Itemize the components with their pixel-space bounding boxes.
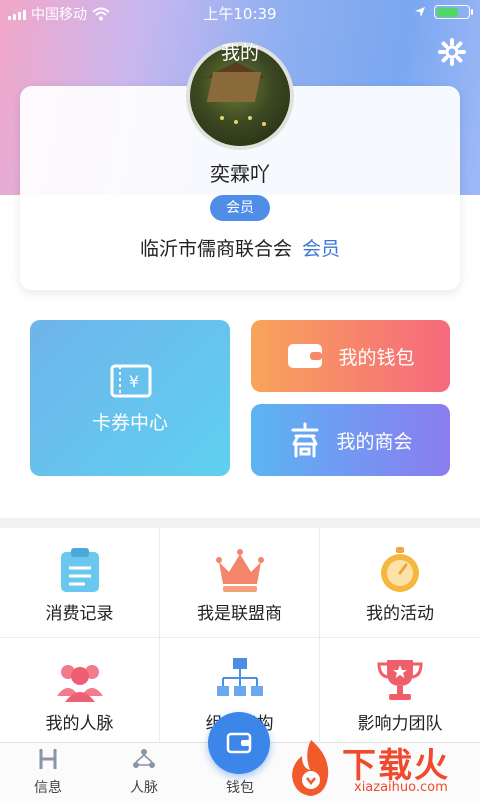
my-wallet-label: 我的钱包 xyxy=(338,346,415,369)
grid-item-label: 消费记录 xyxy=(45,604,114,624)
location-arrow-icon xyxy=(415,7,425,17)
org-chart-icon xyxy=(217,658,263,696)
coupon-ticket-icon: ¥ xyxy=(110,364,152,398)
grid-item-consumption-records[interactable]: 消费记录 xyxy=(0,528,160,638)
watermark: 下载火 xiazaihuo.com xyxy=(282,736,480,800)
grid-item-label: 影响力团队 xyxy=(357,714,443,734)
tab-label: 钱包 xyxy=(226,780,254,796)
tab-label: 人脉 xyxy=(130,780,158,796)
member-badge: 会员 xyxy=(210,195,270,221)
grid-item-label: 我是联盟商 xyxy=(197,604,282,624)
my-chamber-label: 我的商会 xyxy=(336,430,413,453)
status-time: 上午10:39 xyxy=(203,5,277,23)
connections-icon xyxy=(133,749,155,768)
wallet-fab-button[interactable] xyxy=(208,712,270,774)
coupon-center-tile[interactable]: ¥ 卡券中心 xyxy=(30,320,230,476)
svg-text:¥: ¥ xyxy=(129,372,139,391)
my-wallet-tile[interactable]: 我的钱包 xyxy=(251,320,450,392)
organization-name: 临沂市儒商联合会 xyxy=(139,238,292,260)
chamber-logo-icon xyxy=(291,422,319,458)
flame-logo-icon xyxy=(292,740,329,796)
organization-line: 临沂市儒商联合会 会员 xyxy=(0,234,480,261)
tab-info[interactable]: 信息 xyxy=(0,743,96,801)
battery-icon xyxy=(434,5,473,19)
organization-role: 会员 xyxy=(302,238,341,260)
grid-item-alliance-merchant[interactable]: 我是联盟商 xyxy=(160,528,320,638)
status-right xyxy=(414,5,473,19)
grid-item-label: 我的人脉 xyxy=(45,714,114,734)
section-divider xyxy=(0,518,480,528)
tab-label: 信息 xyxy=(34,780,62,796)
tab-connections[interactable]: 人脉 xyxy=(96,743,192,801)
crown-icon xyxy=(216,549,264,592)
wallet-icon xyxy=(226,732,252,754)
grid-item-my-activities[interactable]: 我的活动 xyxy=(320,528,480,638)
grid-item-label: 我的活动 xyxy=(366,604,434,624)
grid-item-influence-team[interactable]: 影响力团队 xyxy=(320,638,480,748)
coupon-center-label: 卡券中心 xyxy=(91,412,168,434)
stopwatch-icon xyxy=(381,547,419,592)
people-icon xyxy=(57,665,103,702)
trophy-icon xyxy=(377,660,423,700)
username: 奕霖吖 xyxy=(210,162,270,186)
watermark-url: xiazaihuo.com xyxy=(354,780,448,795)
my-chamber-tile[interactable]: 我的商会 xyxy=(251,404,450,476)
wallet-icon xyxy=(288,344,323,368)
clipboard-icon xyxy=(61,548,99,592)
status-bar: 中国移动 上午10:39 xyxy=(0,0,480,26)
page-title: 我的 xyxy=(220,42,259,64)
grid-item-my-connections[interactable]: 我的人脉 xyxy=(0,638,160,748)
info-logo-icon xyxy=(39,749,57,769)
